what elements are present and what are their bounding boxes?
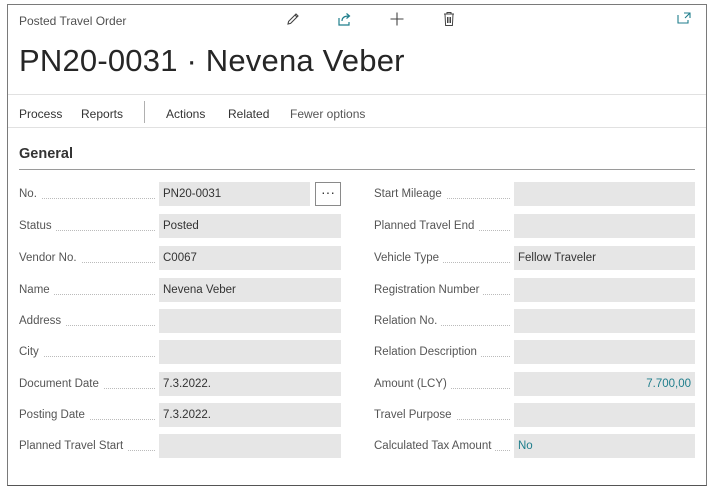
field-value[interactable] — [514, 214, 695, 238]
field-label: No. — [19, 188, 41, 200]
field-value[interactable]: 7.3.2022. — [159, 372, 341, 396]
field-value[interactable] — [514, 278, 695, 302]
field-label: Vehicle Type — [374, 252, 444, 264]
section-title-general[interactable]: General — [19, 146, 73, 162]
lookup-button[interactable]: ··· — [315, 182, 341, 206]
action-bar-separator — [144, 101, 145, 123]
divider — [8, 127, 706, 128]
field-label: Address — [19, 315, 66, 327]
field-label: Relation Description — [374, 346, 481, 358]
field-label: Relation No. — [374, 315, 442, 327]
field-label: Amount (LCY) — [374, 378, 451, 390]
field-label: Planned Travel Start — [19, 440, 128, 452]
plus-icon[interactable] — [389, 11, 405, 33]
process-menu[interactable]: Process — [19, 107, 62, 121]
field-value[interactable]: No — [514, 434, 695, 458]
page-title: PN20-0031 · Nevena Veber — [19, 43, 405, 78]
field-value[interactable]: Posted — [159, 214, 341, 238]
field-value[interactable] — [514, 182, 695, 206]
field-value[interactable]: C0067 — [159, 246, 341, 270]
actions-menu[interactable]: Actions — [166, 107, 205, 121]
share-icon[interactable] — [336, 11, 353, 33]
fewer-options-button[interactable]: Fewer options — [290, 107, 365, 121]
trash-icon[interactable] — [442, 11, 456, 33]
field-label: Planned Travel End — [374, 220, 479, 232]
field-label: Name — [19, 284, 54, 296]
divider — [8, 94, 706, 95]
field-value[interactable] — [514, 340, 695, 364]
pencil-icon[interactable] — [285, 11, 301, 33]
field-value[interactable]: PN20-0031 — [159, 182, 310, 206]
field-value[interactable]: Fellow Traveler — [514, 246, 695, 270]
page-type-caption: Posted Travel Order — [19, 14, 127, 28]
field-label: Registration Number — [374, 284, 484, 296]
field-value[interactable]: 7.700,00 — [514, 372, 695, 396]
related-menu[interactable]: Related — [228, 107, 269, 121]
field-label: Document Date — [19, 378, 103, 390]
field-label: Status — [19, 220, 56, 232]
travel-order-card: Posted Travel Order PN20-0031 · Nevena V… — [7, 4, 707, 486]
field-value[interactable] — [514, 309, 695, 333]
field-value[interactable] — [159, 309, 341, 333]
field-value[interactable]: Nevena Veber — [159, 278, 341, 302]
field-label: Posting Date — [19, 409, 89, 421]
field-label: Calculated Tax Amount — [374, 440, 496, 452]
field-label: City — [19, 346, 43, 358]
field-label: Start Mileage — [374, 188, 446, 200]
pop-out-icon[interactable] — [676, 11, 692, 31]
field-label: Travel Purpose — [374, 409, 456, 421]
section-underline — [19, 169, 695, 170]
reports-menu[interactable]: Reports — [81, 107, 123, 121]
field-value[interactable] — [159, 434, 341, 458]
field-value[interactable]: 7.3.2022. — [159, 403, 341, 427]
field-value[interactable] — [514, 403, 695, 427]
field-label: Vendor No. — [19, 252, 81, 264]
field-value[interactable] — [159, 340, 341, 364]
